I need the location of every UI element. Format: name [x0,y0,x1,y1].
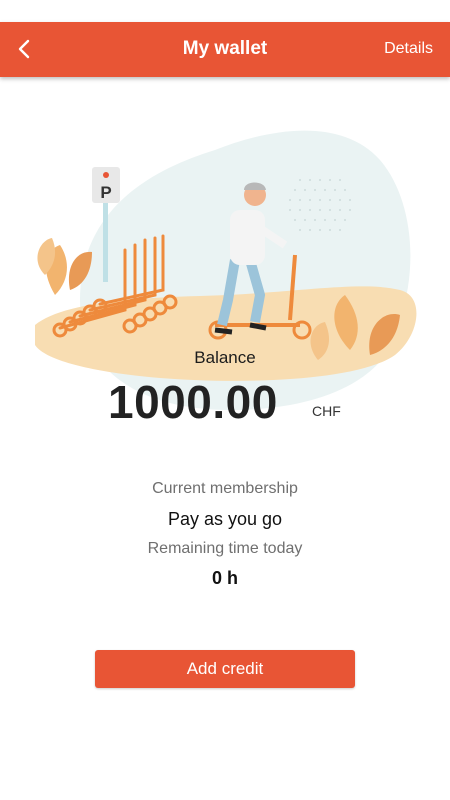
parking-sign-letter: P [100,183,111,202]
details-button[interactable]: Details [384,40,433,58]
page-title: My wallet [182,38,268,59]
remaining-time-value: 0 h [211,568,238,588]
scooter-illustration: P [35,130,417,410]
membership-plan: Pay as you go [167,509,283,529]
balance-label: Balance [194,348,256,367]
balance-amount: 1000.00 [108,376,278,428]
membership-label: Current membership [152,480,298,497]
app-header: My wallet Details [0,22,450,77]
add-credit-button[interactable]: Add credit [95,650,355,688]
balance-currency: CHF [312,403,341,419]
remaining-time-label: Remaining time today [147,540,303,557]
